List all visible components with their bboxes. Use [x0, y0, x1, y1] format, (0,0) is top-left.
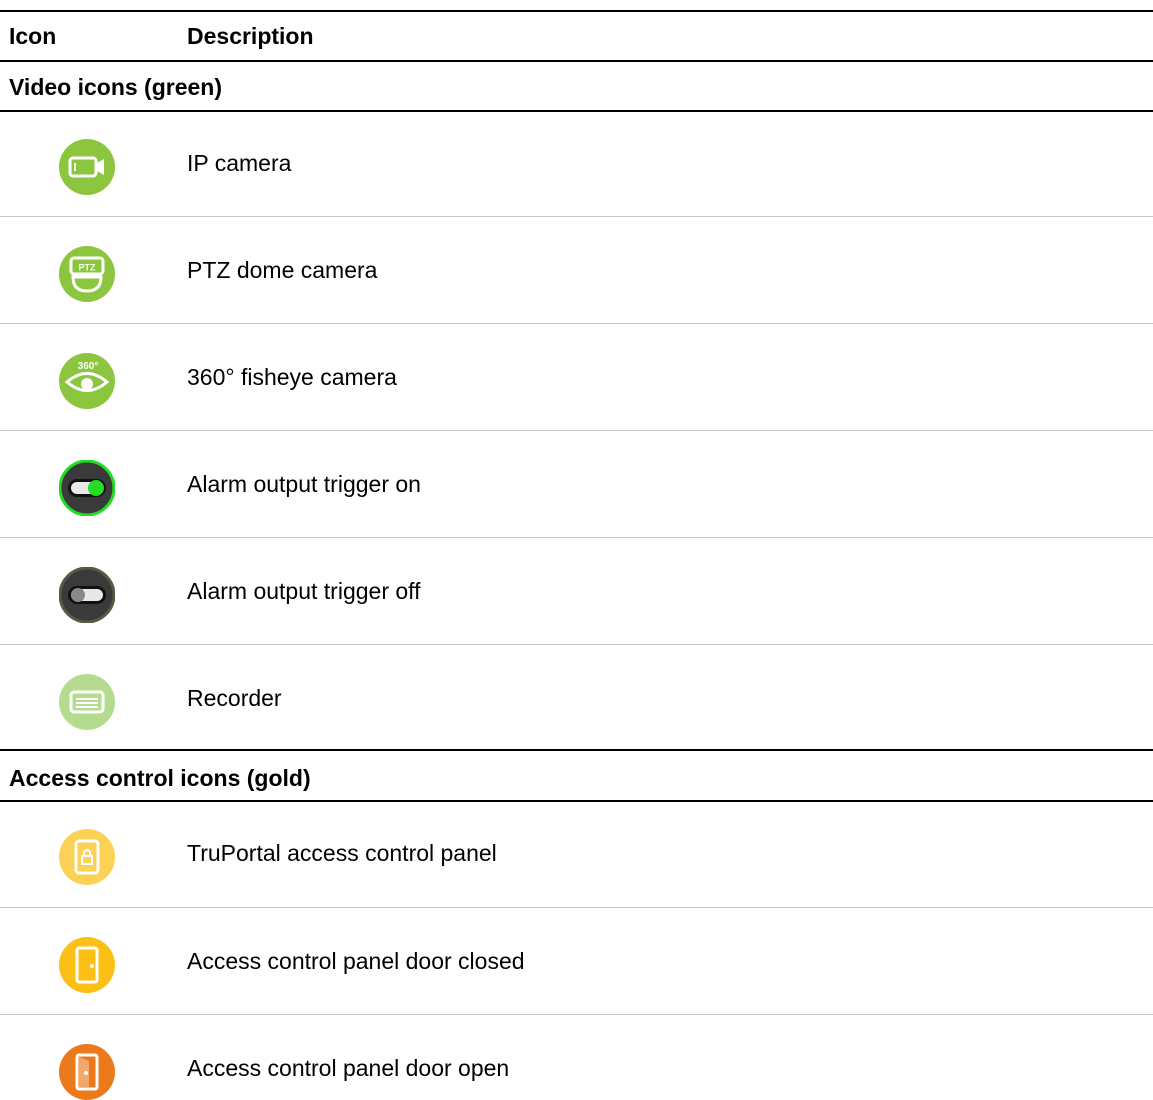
row-description: IP camera [187, 150, 292, 176]
column-header-description: Description [187, 23, 314, 49]
section-title-video: Video icons (green) [9, 74, 223, 100]
toggle-off-icon [59, 567, 115, 623]
row-description: PTZ dome camera [187, 257, 378, 283]
row-divider [0, 644, 1153, 645]
row-divider [0, 907, 1153, 908]
table-row: Access control panel door open [0, 1016, 1153, 1100]
section-title-access: Access control icons (gold) [9, 765, 311, 791]
section-top-rule-access [0, 749, 1153, 751]
row-description: 360° fisheye camera [187, 364, 397, 390]
table-row: PTZ PTZ dome camera [0, 218, 1153, 324]
row-description: Alarm output trigger off [187, 578, 421, 604]
table-row: TruPortal access control panel [0, 801, 1153, 907]
table-row: Alarm output trigger off [0, 539, 1153, 645]
row-description: TruPortal access control panel [187, 840, 497, 866]
header-bottom-rule [0, 60, 1153, 62]
ip-camera-icon [59, 139, 115, 195]
row-divider [0, 1014, 1153, 1015]
fisheye-camera-icon: 360° [59, 353, 115, 409]
door-open-icon [59, 1044, 115, 1100]
icon-table: Icon Description Video icons (green) IP … [0, 0, 1153, 1100]
row-divider [0, 323, 1153, 324]
row-divider [0, 430, 1153, 431]
fisheye-label: 360° [78, 361, 99, 372]
ptz-dome-camera-icon: PTZ [59, 246, 115, 302]
table-row: Alarm output trigger on [0, 432, 1153, 538]
row-divider [0, 216, 1153, 217]
column-header-icon: Icon [9, 23, 57, 49]
access-panel-lock-icon [59, 829, 115, 885]
table-row: Recorder [0, 646, 1153, 752]
recorder-icon [59, 674, 115, 730]
row-description: Recorder [187, 685, 282, 711]
toggle-on-icon [59, 460, 115, 516]
table-row: 360° 360° fisheye camera [0, 325, 1153, 431]
door-closed-icon [59, 937, 115, 993]
table-row: IP camera [0, 111, 1153, 217]
row-divider [0, 537, 1153, 538]
ptz-label: PTZ [79, 263, 97, 273]
row-description: Alarm output trigger on [187, 471, 421, 497]
row-description: Access control panel door open [187, 1055, 510, 1081]
row-description: Access control panel door closed [187, 948, 525, 974]
table-top-rule [0, 10, 1153, 12]
table-row: Access control panel door closed [0, 909, 1153, 1015]
